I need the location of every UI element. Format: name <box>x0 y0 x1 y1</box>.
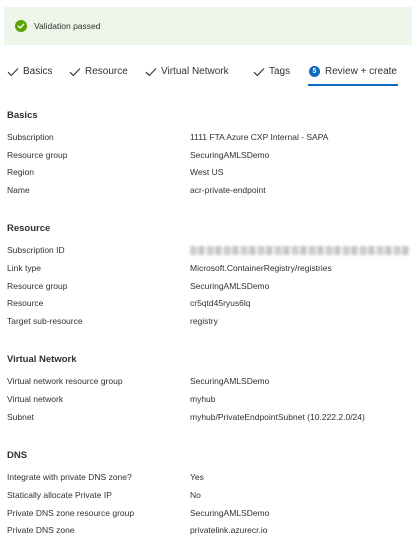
row-label: Resource group <box>7 150 68 160</box>
row-value: myhub/PrivateEndpointSubnet (10.222.2.0/… <box>190 412 365 422</box>
tab-tags[interactable]: Tags <box>253 66 290 77</box>
redacted-value <box>190 245 410 255</box>
row-label: Resource <box>7 298 44 308</box>
row-value: Yes <box>190 472 204 482</box>
row-label: Statically allocate Private IP <box>7 490 112 500</box>
row-value: Microsoft.ContainerRegistry/registries <box>190 263 332 273</box>
detail-row: Link type Microsoft.ContainerRegistry/re… <box>7 261 412 275</box>
detail-row: Resource group SecuringAMLSDemo <box>7 148 412 162</box>
tab-label: Basics <box>23 66 53 77</box>
row-label: Integrate with private DNS zone? <box>7 472 132 482</box>
row-label: Subscription ID <box>7 245 65 255</box>
tab-label: Resource <box>85 66 128 77</box>
row-label: Virtual network resource group <box>7 376 123 386</box>
detail-row: Subnet myhub/PrivateEndpointSubnet (10.2… <box>7 410 412 424</box>
detail-row: Name acr-private-endpoint <box>7 183 412 197</box>
row-value: No <box>190 490 201 500</box>
active-tab-indicator <box>308 84 398 86</box>
detail-row: Resource cr5qtd45ryus6lq <box>7 296 412 310</box>
detail-row: Target sub-resource registry <box>7 314 412 328</box>
step-number-badge: 5 <box>309 66 320 77</box>
row-label: Subnet <box>7 412 34 422</box>
banner-text: Validation passed <box>34 21 101 31</box>
tab-basics[interactable]: Basics <box>7 66 52 77</box>
tab-label: Tags <box>269 66 291 77</box>
row-label: Resource group <box>7 281 68 291</box>
checkmark-icon <box>253 67 265 77</box>
row-value: SecuringAMLSDemo <box>190 150 270 160</box>
row-label: Region <box>7 167 34 177</box>
detail-row: Statically allocate Private IP No <box>7 488 412 502</box>
validation-banner: Validation passed <box>4 7 412 45</box>
detail-row: Subscription ID <box>7 243 412 257</box>
row-value: registry <box>190 316 218 326</box>
detail-row: Resource group SecuringAMLSDemo <box>7 279 412 293</box>
section-title-basics: Basics <box>7 110 38 121</box>
row-label: Subscription <box>7 132 54 142</box>
row-label: Private DNS zone <box>7 525 75 535</box>
section-title-dns: DNS <box>7 450 28 461</box>
row-label: Name <box>7 185 30 195</box>
checkmark-icon <box>145 67 157 77</box>
tab-label: Virtual Network <box>161 66 229 77</box>
row-value: West US <box>190 167 224 177</box>
row-value: acr-private-endpoint <box>190 185 266 195</box>
row-label: Target sub-resource <box>7 316 83 326</box>
checkmark-icon <box>69 67 81 77</box>
detail-row: Subscription 1111 FTA Azure CXP Internal… <box>7 130 412 144</box>
detail-row: Virtual network resource group SecuringA… <box>7 374 412 388</box>
row-value: myhub <box>190 394 216 404</box>
row-value: cr5qtd45ryus6lq <box>190 298 251 308</box>
tab-review-create[interactable]: 5 Review + create <box>309 66 397 77</box>
row-label: Private DNS zone resource group <box>7 508 135 518</box>
tab-label: Review + create <box>325 66 397 77</box>
detail-row: Private DNS zone resource group Securing… <box>7 506 412 520</box>
row-value: 1111 FTA Azure CXP Internal - SAPA <box>190 132 329 142</box>
tab-virtual-network[interactable]: Virtual Network <box>145 66 229 77</box>
tab-resource[interactable]: Resource <box>69 66 128 77</box>
detail-row: Integrate with private DNS zone? Yes <box>7 470 412 484</box>
row-label: Link type <box>7 263 42 273</box>
row-value: SecuringAMLSDemo <box>190 508 270 518</box>
detail-row: Region West US <box>7 165 412 179</box>
detail-row: Private DNS zone privatelink.azurecr.io <box>7 523 412 537</box>
success-check-icon <box>15 20 27 32</box>
checkmark-icon <box>7 67 19 77</box>
detail-row: Virtual network myhub <box>7 392 412 406</box>
row-label: Virtual network <box>7 394 64 404</box>
row-value: SecuringAMLSDemo <box>190 376 270 386</box>
row-value: SecuringAMLSDemo <box>190 281 270 291</box>
section-title-virtual-network: Virtual Network <box>7 354 77 365</box>
row-value: privatelink.azurecr.io <box>190 525 268 535</box>
section-title-resource: Resource <box>7 223 51 234</box>
